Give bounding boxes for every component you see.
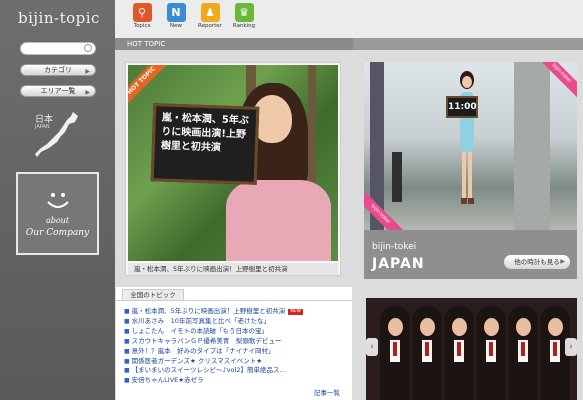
news-item[interactable]: ■ 安倍ちゃんLIVE★赤ゼラ (124, 376, 348, 386)
nav-topics-label: Topics (133, 23, 151, 29)
tie (553, 342, 557, 356)
arrow-right-icon: ▶ (560, 258, 565, 265)
news-item-text: 安倍ちゃんLIVE★赤ゼラ (131, 376, 204, 385)
feature-photo[interactable]: 嵐・松本潤、5年ぶりに映画出演!上野樹里と初共演 HOT TOPIC (128, 65, 338, 261)
news-item-text: 【まいまいのスイーツレシピ～♪vol2】簡単絶品ス… (131, 366, 286, 375)
header-bar-right (353, 38, 583, 50)
news-item-text: 関係医者ガーデンズ★ クリスマスイベント★ (131, 356, 263, 365)
group-member (476, 306, 506, 400)
smiley-icon (47, 193, 69, 208)
news-item-text: 嵐・松本潤、5年ぶりに映画出演！上野樹里と初共演 (131, 307, 286, 315)
face (484, 318, 499, 336)
news-tab-national[interactable]: 全国のトピック (122, 289, 184, 300)
search-input[interactable] (20, 42, 96, 55)
tie (457, 342, 461, 356)
news-item[interactable]: ■ 【まいまいのスイーツレシピ～♪vol2】簡単絶品ス… (124, 366, 348, 376)
bullet-icon: ■ (124, 308, 130, 315)
news-item[interactable]: ■ しょこたん イモトの本読破「もう日本の宝」 (124, 327, 348, 337)
nav-new[interactable]: N New (161, 3, 191, 29)
tokei-region: JAPAN (372, 256, 425, 272)
other-clocks-button[interactable]: 他の時計も見る ▶ (504, 255, 570, 269)
category-label: カテゴリ (44, 66, 72, 74)
news-item[interactable]: ■ スカウトキャラバンＧＰ優希美青 梨頭歌デビュー (124, 337, 348, 347)
bullet-icon: ■ (124, 347, 130, 355)
hot-topic-feature[interactable]: 嵐・松本潤、5年ぶりに映画出演!上野樹里と初共演 HOT TOPIC 嵐・松本潤… (125, 62, 341, 276)
nav-ranking-label: Ranking (232, 23, 256, 29)
face (516, 318, 531, 336)
bullet-icon: ■ (124, 357, 130, 365)
group-member (380, 306, 410, 400)
sidebar: bijin-topic カテゴリ ▶ エリア一覧 ▶ 日本 JAPAN abou… (0, 0, 115, 400)
area-list-button[interactable]: エリア一覧 ▶ (20, 85, 96, 97)
model-figure (460, 71, 474, 204)
top-nav: ⚲ Topics N New ♟ Reporter ♛ Ranking (115, 0, 583, 38)
site-logo[interactable]: bijin-topic (18, 9, 100, 27)
news-list: ■ 嵐・松本潤、5年ぶりに映画出演！上野樹里と初共演 NEW ■ 水川あさみ 10年前… (124, 307, 348, 386)
bijin-tokei-card[interactable]: 11:00 bijin-tokei bijin-tokei bijin-toke… (364, 62, 577, 279)
nav-new-label: New (170, 23, 182, 29)
face (452, 318, 467, 336)
news-item-text: 意外！？嵐本 好みのタイプは「ナイナイ岡村」 (131, 346, 275, 355)
new-icon: N (166, 3, 186, 22)
tie (393, 342, 397, 356)
bullet-icon: ■ (124, 337, 130, 345)
feature-caption[interactable]: 嵐・松本潤、5年ぶりに映画出演！上野樹里と初共演 (128, 263, 338, 275)
news-item[interactable]: ■ 意外！？嵐本 好みのタイプは「ナイナイ岡村」 (124, 347, 348, 357)
nav-reporter[interactable]: ♟ Reporter (195, 3, 225, 29)
reporter-icon: ♟ (200, 3, 220, 22)
news-item-text: スカウトキャラバンＧＰ優希美青 梨頭歌デビュー (131, 336, 282, 345)
nav-topics[interactable]: ⚲ Topics (127, 3, 157, 29)
hot-topic-ribbon: HOT TOPIC (128, 65, 167, 106)
face (420, 318, 435, 336)
tie (521, 342, 525, 356)
clock-sign: 11:00 (446, 96, 478, 118)
divider (116, 300, 352, 301)
model-dress (226, 180, 331, 261)
search-icon[interactable] (84, 44, 92, 52)
news-item[interactable]: ■ 嵐・松本潤、5年ぶりに映画出演！上野樹里と初共演 NEW (124, 307, 348, 317)
tokei-title: bijin-tokei (372, 242, 417, 252)
news-item[interactable]: ■ 水川あさみ 10年前写真集と比べ「老けたな」 (124, 317, 348, 327)
face (388, 318, 403, 336)
group-member (508, 306, 538, 400)
other-clocks-label: 他の時計も見る (514, 258, 560, 266)
group-member (412, 306, 442, 400)
building-pillar (514, 62, 550, 230)
arrow-right-icon: ▶ (85, 68, 90, 75)
face (548, 318, 563, 336)
area-label: エリア一覧 (40, 87, 76, 95)
more-articles-link[interactable]: 記事一覧 (314, 387, 340, 397)
bullet-icon: ■ (124, 377, 130, 385)
news-item-text: しょこたん イモトの本読破「もう日本の宝」 (131, 326, 268, 335)
carousel-prev-arrow-icon[interactable]: ‹ (366, 338, 378, 356)
arrow-right-icon: ▶ (85, 89, 90, 96)
tie (425, 342, 429, 356)
chalkboard: 嵐・松本潤、5年ぶりに映画出演!上野樹里と初共演 (150, 103, 260, 185)
company-label: Our Company (25, 228, 90, 238)
about-company-banner[interactable]: about Our Company (16, 172, 99, 255)
about-label: about (45, 216, 70, 225)
tie (489, 342, 493, 356)
japan-subtitle: JAPAN (35, 124, 50, 130)
category-button[interactable]: カテゴリ ▶ (20, 64, 96, 76)
magnifier-icon: ⚲ (132, 3, 152, 22)
group-photo-carousel[interactable]: ‹ › (366, 298, 577, 400)
bullet-icon: ■ (124, 367, 130, 375)
news-item-text: 水川あさみ 10年前写真集と比べ「老けたな」 (131, 316, 270, 325)
news-item[interactable]: ■ 関係医者ガーデンズ★ クリスマスイベント★ (124, 357, 348, 367)
nav-ranking[interactable]: ♛ Ranking (229, 3, 259, 29)
bollard (392, 152, 402, 202)
bullet-icon: ■ (124, 327, 130, 335)
bullet-icon: ■ (124, 317, 130, 325)
chalkboard-text: 嵐・松本潤、5年ぶりに映画出演!上野樹里と初共演 (160, 112, 249, 154)
crown-icon: ♛ (234, 3, 254, 22)
new-badge: NEW (288, 309, 303, 315)
news-panel: 全国のトピック ■ 嵐・松本潤、5年ぶりに映画出演！上野樹里と初共演 NEW ■ 水川… (116, 287, 352, 400)
nav-reporter-label: Reporter (198, 23, 222, 29)
tokei-photo[interactable]: 11:00 bijin-tokei bijin-tokei (364, 62, 577, 230)
carousel-next-arrow-icon[interactable]: › (565, 338, 577, 356)
group-member (444, 306, 474, 400)
